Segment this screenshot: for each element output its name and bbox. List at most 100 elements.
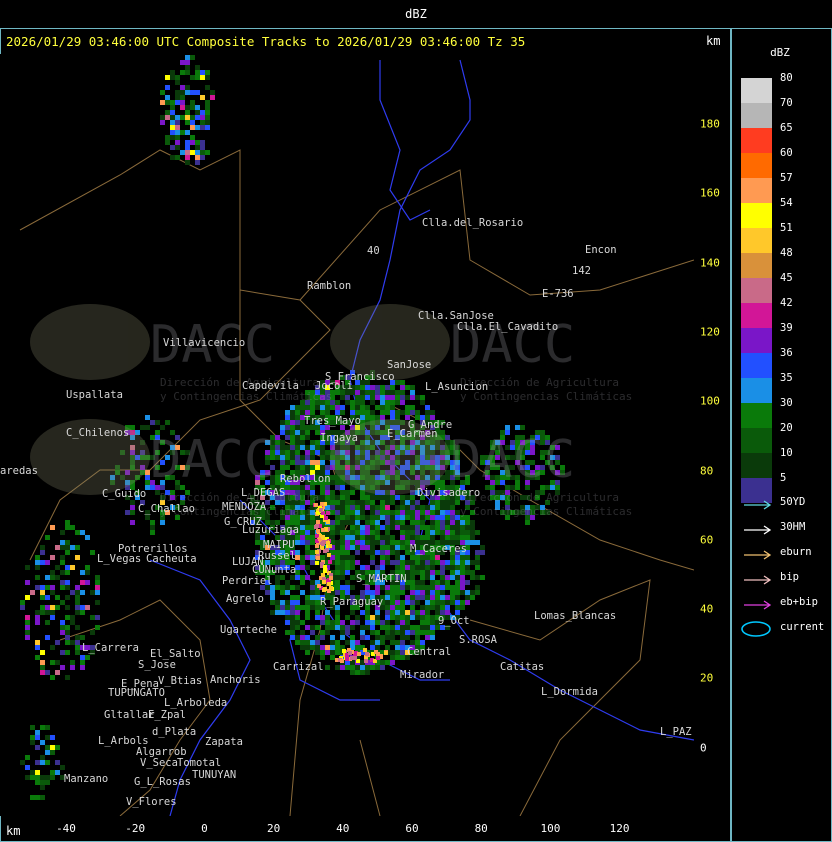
echo-pixel [350, 515, 355, 520]
echo-pixel [340, 395, 345, 400]
echo-pixel [80, 635, 85, 640]
echo-pixel [375, 520, 380, 525]
echo-pixel [445, 515, 450, 520]
echo-pixel [410, 600, 415, 605]
echo-pixel [170, 130, 175, 135]
echo-pixel [200, 155, 205, 160]
echo-pixel [60, 555, 65, 560]
echo-pixel [410, 585, 415, 590]
echo-pixel [385, 555, 390, 560]
echo-pixel [295, 610, 300, 615]
echo-pixel [40, 585, 45, 590]
x-tick-label: 100 [540, 822, 561, 835]
echo-pixel [410, 505, 415, 510]
echo-pixel [340, 570, 345, 575]
echo-pixel [335, 645, 340, 650]
echo-pixel [460, 600, 465, 605]
y-tick-label: 40 [700, 602, 714, 616]
echo-pixel [305, 535, 310, 540]
echo-pixel [390, 630, 395, 635]
echo-pixel [25, 775, 30, 780]
echo-pixel [480, 545, 485, 550]
echo-pixel [355, 520, 360, 525]
echo-pixel [435, 595, 440, 600]
echo-pixel [355, 500, 360, 505]
echo-pixel [430, 525, 435, 530]
echo-pixel [415, 555, 420, 560]
echo-pixel [130, 505, 135, 510]
radar-map-canvas[interactable]: DACCDirección de Agriculturay Contingenc… [0, 54, 694, 816]
echo-pixel [40, 780, 45, 785]
echo-pixel [315, 610, 320, 615]
echo-pixel [445, 525, 450, 530]
echo-pixel [345, 400, 350, 405]
legend-swatch [741, 203, 772, 228]
legend-swatch [741, 328, 772, 353]
echo-pixel [50, 570, 55, 575]
echo-pixel [305, 530, 310, 535]
echo-pixel [35, 780, 40, 785]
echo-pixel [470, 535, 475, 540]
place-label: Catitas [500, 661, 544, 673]
echo-pixel [395, 650, 400, 655]
echo-pixel [400, 500, 405, 505]
echo-pixel [25, 755, 30, 760]
echo-pixel [365, 670, 370, 675]
echo-pixel [430, 635, 435, 640]
echo-pixel [440, 565, 445, 570]
echo-pixel [170, 115, 175, 120]
echo-pixel [390, 395, 395, 400]
echo-pixel [290, 440, 295, 445]
echo-pixel [390, 545, 395, 550]
y-tick-label: 80 [700, 464, 714, 477]
place-label: Luzuriaga [242, 524, 299, 536]
echo-pixel [150, 525, 155, 530]
echo-pixel [70, 660, 75, 665]
echo-pixel [370, 550, 375, 555]
echo-pixel [95, 600, 100, 605]
echo-pixel [300, 430, 305, 435]
echo-pixel [80, 660, 85, 665]
echo-pixel [375, 540, 380, 545]
echo-pixel [305, 520, 310, 525]
echo-pixel [425, 570, 430, 575]
echo-pixel [300, 540, 305, 545]
echo-pixel [460, 605, 465, 610]
echo-pixel [345, 520, 350, 525]
echo-pixel [355, 535, 360, 540]
legend-swatch [741, 303, 772, 328]
echo-pixel [360, 515, 365, 520]
echo-pixel [285, 590, 290, 595]
echo-pixel [465, 535, 470, 540]
echo-pixel [430, 615, 435, 620]
echo-pixel [410, 535, 415, 540]
echo-pixel [370, 590, 375, 595]
echo-pixel [295, 455, 300, 460]
echo-pixel [190, 120, 195, 125]
echo-pixel [435, 600, 440, 605]
echo-pixel [380, 405, 385, 410]
echo-pixel [305, 445, 310, 450]
echo-pixel [25, 580, 30, 585]
echo-pixel [415, 630, 420, 635]
km-unit-top: km [706, 34, 721, 48]
legend-level-label: 42 [780, 297, 793, 309]
echo-pixel [475, 540, 480, 545]
echo-pixel [345, 515, 350, 520]
echo-pixel [70, 615, 75, 620]
echo-pixel [455, 560, 460, 565]
echo-pixel [330, 645, 335, 650]
echo-pixel [375, 510, 380, 515]
echo-pixel [410, 640, 415, 645]
place-label: Ugarteche [220, 624, 277, 636]
radar-map[interactable]: DACC Dirección de Agricultura y Contingenc… [0, 54, 694, 816]
echo-pixel [370, 520, 375, 525]
echo-pixel [310, 520, 315, 525]
echo-pixel [365, 410, 370, 415]
echo-pixel [410, 615, 415, 620]
echo-pixel [435, 585, 440, 590]
echo-pixel [435, 560, 440, 565]
echo-pixel [190, 75, 195, 80]
echo-pixel [35, 585, 40, 590]
echo-pixel [295, 425, 300, 430]
